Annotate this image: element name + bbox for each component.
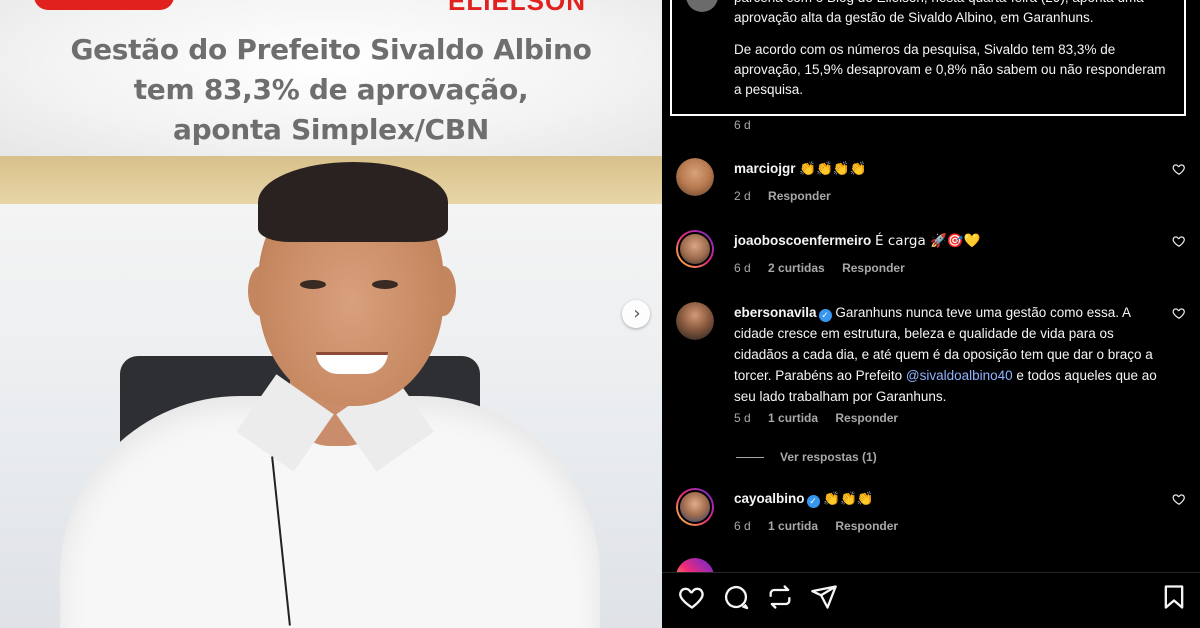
comment-text: 👏👏👏👏: [799, 161, 867, 177]
heart-icon[interactable]: [678, 583, 706, 611]
post-image: ELIELSON Gestão do Prefeito Sivaldo Albi…: [0, 0, 662, 628]
comment-meta: 6 d 1 curtida Responder: [734, 519, 912, 533]
view-replies-label: Ver respostas (1): [780, 450, 877, 464]
avatar[interactable]: [676, 158, 714, 196]
caption-timestamp: 6 d: [734, 118, 751, 132]
likes-count[interactable]: 1 curtida: [768, 411, 818, 425]
replies-divider: [736, 457, 764, 459]
comment-text: 👏👏👏: [823, 491, 874, 507]
post-headline: Gestão do Prefeito Sivaldo Albino tem 83…: [0, 30, 662, 150]
heart-icon[interactable]: [1172, 234, 1186, 248]
comment-meta: 6 d 2 curtidas Responder: [734, 261, 919, 275]
comment-time: 5 d: [734, 411, 751, 425]
verified-badge-icon: ✓: [806, 495, 820, 508]
verified-badge-icon: ✓: [818, 309, 832, 322]
likes-count[interactable]: 2 curtidas: [768, 261, 825, 275]
post-actions-bar: [662, 572, 1200, 628]
avatar[interactable]: [676, 230, 714, 268]
headline-line-2: tem 83,3% de aprovação,: [133, 73, 529, 106]
hair: [258, 162, 448, 242]
comment-body: joaoboscoenfermeiro É carga 🚀🎯💛: [734, 230, 1164, 252]
caption-paragraph-1: parceria com o Blog do Elielson, nesta q…: [734, 0, 1144, 25]
chevron-right-icon: ›: [633, 303, 641, 324]
comment-username[interactable]: ebersonavila: [734, 305, 817, 320]
comment-body: ebersonavila ✓ Garanhuns nunca teve uma g…: [734, 302, 1164, 407]
comment-username[interactable]: marciojgr: [734, 161, 796, 176]
repost-icon[interactable]: [766, 583, 794, 611]
reply-button[interactable]: Responder: [835, 519, 898, 533]
portrait-photo: [0, 156, 662, 628]
avatar[interactable]: [676, 488, 714, 526]
comment-text: É carga 🚀🎯💛: [875, 233, 981, 249]
eye-right: [372, 280, 398, 289]
send-icon[interactable]: [810, 583, 838, 611]
view-replies-button[interactable]: Ver respostas (1): [736, 450, 877, 464]
comment-time: 6 d: [734, 519, 751, 533]
reply-button[interactable]: Responder: [842, 261, 905, 275]
brand-text: ELIELSON: [448, 0, 587, 16]
headline-line-3: aponta Simplex/CBN: [173, 113, 489, 146]
avatar[interactable]: [676, 302, 714, 340]
smile: [316, 352, 388, 374]
mention-link[interactable]: @sivaldoalbino40: [906, 368, 1013, 383]
comment-meta: 5 d 1 curtida Responder: [734, 411, 912, 425]
comment-body: cayoalbino ✓ 👏👏👏: [734, 488, 1164, 510]
reply-button[interactable]: Responder: [768, 189, 831, 203]
comment-time: 6 d: [734, 261, 751, 275]
bookmark-icon[interactable]: [1160, 583, 1188, 611]
next-image-button[interactable]: ›: [622, 300, 650, 328]
comment-meta: 2 d Responder: [734, 189, 845, 203]
comment-time: 2 d: [734, 189, 751, 203]
next-comment-peek: [676, 558, 714, 572]
reply-button[interactable]: Responder: [835, 411, 898, 425]
comment-username[interactable]: cayoalbino: [734, 491, 805, 506]
comment-username[interactable]: joaoboscoenfermeiro: [734, 233, 871, 248]
caption-paragraph-2: De acordo com os números da pesquisa, Si…: [734, 42, 1166, 97]
heart-icon[interactable]: [1172, 492, 1186, 506]
post-caption: parceria com o Blog do Elielson, nesta q…: [734, 0, 1174, 112]
eye-left: [300, 280, 326, 289]
likes-count[interactable]: 1 curtida: [768, 519, 818, 533]
headline-line-1: Gestão do Prefeito Sivaldo Albino: [70, 33, 592, 66]
comments-panel: parceria com o Blog do Elielson, nesta q…: [662, 0, 1200, 628]
comment-icon[interactable]: [722, 583, 750, 611]
heart-icon[interactable]: [1172, 162, 1186, 176]
brand-tag: [34, 0, 174, 10]
comment-body: marciojgr 👏👏👏👏: [734, 158, 1164, 180]
heart-icon[interactable]: [1172, 306, 1186, 320]
